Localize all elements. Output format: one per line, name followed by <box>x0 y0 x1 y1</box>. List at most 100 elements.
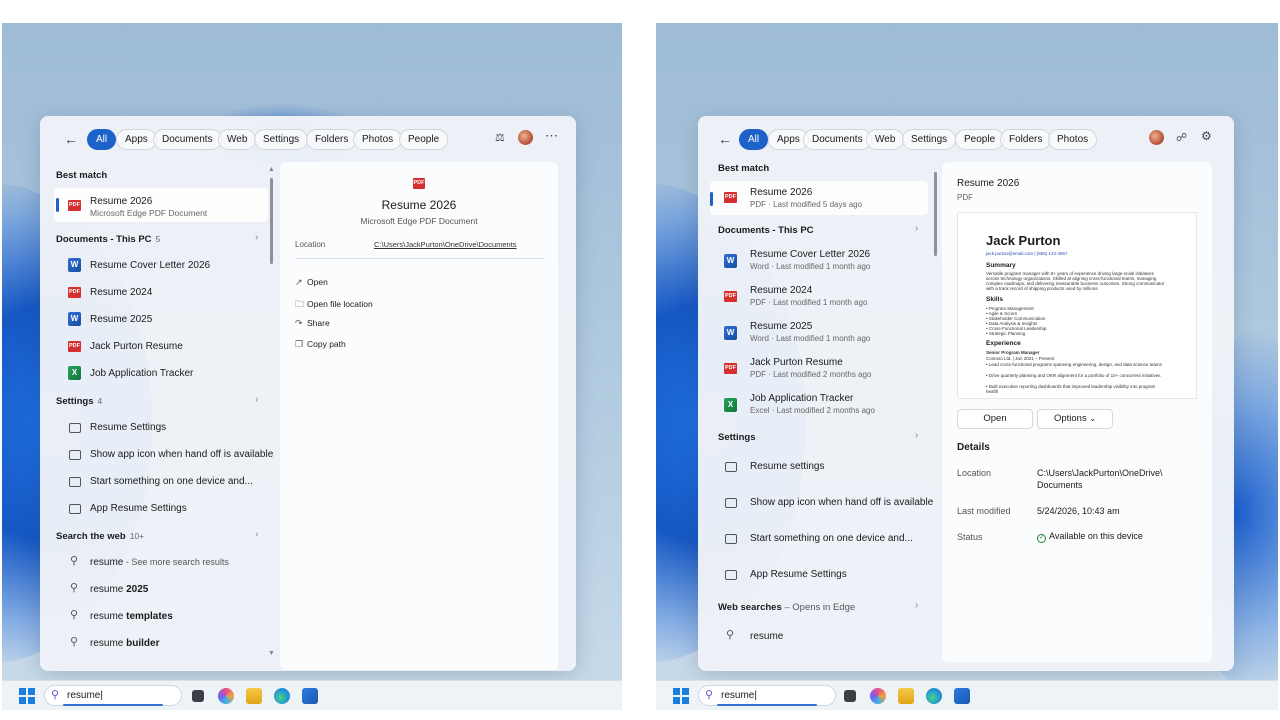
checkmark-icon: ✓ <box>1037 534 1046 543</box>
filter-people[interactable]: People <box>399 129 449 150</box>
avatar[interactable] <box>518 130 533 145</box>
file-explorer-icon[interactable] <box>898 688 914 704</box>
more-options-icon[interactable]: ⋯ <box>545 128 558 144</box>
filter-all[interactable]: All <box>739 129 769 150</box>
location-link[interactable]: C:\Users\JackPurton\OneDrive\Documents <box>374 240 517 249</box>
file-explorer-icon[interactable] <box>246 688 262 704</box>
selection-indicator <box>56 198 59 212</box>
word-icon: W <box>68 258 81 272</box>
scroll-up-icon[interactable]: ▲ <box>268 166 275 173</box>
filter-folders[interactable]: Folders <box>1000 129 1052 150</box>
filter-all[interactable]: All <box>87 129 117 150</box>
windows-start-icon[interactable] <box>673 688 689 704</box>
filter-web[interactable]: Web <box>218 129 257 150</box>
filter-people[interactable]: People <box>955 129 1005 150</box>
documents-header-label: Documents - This PC <box>56 234 152 245</box>
settings-icon <box>69 423 81 433</box>
settings-icon <box>69 504 81 514</box>
resume-summary-heading: Summary <box>986 262 1016 269</box>
excel-icon: X <box>68 366 81 380</box>
task-view-icon[interactable] <box>192 690 204 702</box>
resume-company: Contoso Ltd. | Jan 2021 – Present <box>986 356 1055 361</box>
edge-icon[interactable] <box>274 688 290 704</box>
filter-settings[interactable]: Settings <box>902 129 957 150</box>
options-button[interactable]: Options ⌄ <box>1037 409 1113 429</box>
settings-header: Settings <box>718 432 756 443</box>
copilot-icon[interactable] <box>870 688 886 704</box>
document-title: Resume 2024 <box>90 287 153 298</box>
word-icon: W <box>724 326 737 340</box>
chevron-right-icon[interactable]: › <box>255 529 258 540</box>
web-search-item[interactable]: resume templates <box>90 611 173 622</box>
filter-web[interactable]: Web <box>866 129 905 150</box>
best-match-subtitle: PDF · Last modified 5 days ago <box>750 200 863 209</box>
settings-icon <box>725 462 737 472</box>
windows-start-icon[interactable] <box>19 688 35 704</box>
word-icon: W <box>724 254 737 268</box>
chevron-right-icon[interactable]: › <box>915 600 918 611</box>
status-value: ✓ Available on this device <box>1037 531 1143 543</box>
store-icon[interactable] <box>954 688 970 704</box>
action-label: Share <box>307 318 330 328</box>
settings-icon <box>69 477 81 487</box>
filter-photos[interactable]: Photos <box>353 129 403 150</box>
best-match-selection[interactable] <box>710 181 928 215</box>
divider <box>295 258 544 259</box>
open-icon: ↗ <box>295 277 303 287</box>
trophy-icon[interactable]: ⚖ <box>495 131 505 144</box>
web-query-suffix: - See more search results <box>123 557 229 567</box>
edge-icon[interactable] <box>926 688 942 704</box>
resume-contact: jack.purton@email.com | (555) 123-4567 <box>986 251 1068 256</box>
scrollbar[interactable] <box>934 172 937 256</box>
search-icon: ⚲ <box>70 582 79 594</box>
filter-apps[interactable]: Apps <box>116 129 157 150</box>
filter-folders[interactable]: Folders <box>306 129 358 150</box>
copy-icon: ❐ <box>295 339 304 349</box>
settings-count: 4 <box>97 396 103 406</box>
web-search-item[interactable]: resume 2025 <box>90 584 148 595</box>
back-arrow-icon[interactable]: ← <box>64 131 78 147</box>
taskbar-search-input[interactable]: ⚲ resume| <box>698 685 836 706</box>
location-value-continued[interactable]: Documents <box>1037 480 1083 490</box>
open-action[interactable]: ↗ Open <box>295 277 328 288</box>
filter-photos[interactable]: Photos <box>1048 129 1098 150</box>
store-icon[interactable] <box>302 688 318 704</box>
back-arrow-icon[interactable]: ← <box>718 131 732 147</box>
document-subtitle: Word · Last modified 1 month ago <box>750 334 871 343</box>
taskbar-search-input[interactable]: ⚲ resume| <box>44 685 182 706</box>
document-thumbnail[interactable]: Jack Purton jack.purton@email.com | (555… <box>957 212 1197 399</box>
web-search-item[interactable]: resume - See more search results <box>90 557 229 568</box>
open-file-location-action[interactable]: 🗀 Open file location <box>295 297 373 313</box>
chevron-right-icon[interactable]: › <box>255 232 258 243</box>
best-match-header: Best match <box>56 170 108 181</box>
document-title: Resume Cover Letter 2026 <box>90 260 211 271</box>
filter-documents[interactable]: Documents <box>803 129 872 150</box>
web-count: 10+ <box>129 531 145 541</box>
gear-icon[interactable]: ⚙ <box>1201 129 1212 143</box>
settings-header: Settings 4 <box>56 396 102 407</box>
resume-bullet: • Built executive reporting dashboards t… <box>986 384 1156 394</box>
pdf-icon: PDF <box>724 363 737 374</box>
share-action[interactable]: ↷ Share <box>295 318 330 329</box>
resume-skill: • Strategic Planning <box>986 331 1026 336</box>
filter-settings[interactable]: Settings <box>254 129 309 150</box>
avatar[interactable] <box>1149 130 1164 145</box>
chevron-right-icon[interactable]: › <box>915 223 918 234</box>
search-icon: ⚲ <box>70 609 79 621</box>
chevron-right-icon[interactable]: › <box>255 394 258 405</box>
action-label: Open file location <box>307 299 373 309</box>
scroll-down-icon[interactable]: ▼ <box>268 650 275 657</box>
chevron-right-icon[interactable]: › <box>915 430 918 441</box>
pdf-icon: PDF <box>413 178 425 189</box>
location-value[interactable]: C:\Users\JackPurton\OneDrive\ <box>1037 468 1163 478</box>
open-button[interactable]: Open <box>957 409 1033 429</box>
copilot-icon[interactable] <box>218 688 234 704</box>
web-search-item[interactable]: resume builder <box>90 638 159 649</box>
share-link-icon[interactable]: ☍ <box>1176 131 1187 144</box>
scrollbar[interactable] <box>270 178 273 264</box>
documents-count: 5 <box>155 234 161 244</box>
documents-header: Documents - This PC 5 <box>56 234 160 245</box>
task-view-icon[interactable] <box>844 690 856 702</box>
copy-path-action[interactable]: ❐ Copy path <box>295 339 346 350</box>
filter-documents[interactable]: Documents <box>153 129 222 150</box>
